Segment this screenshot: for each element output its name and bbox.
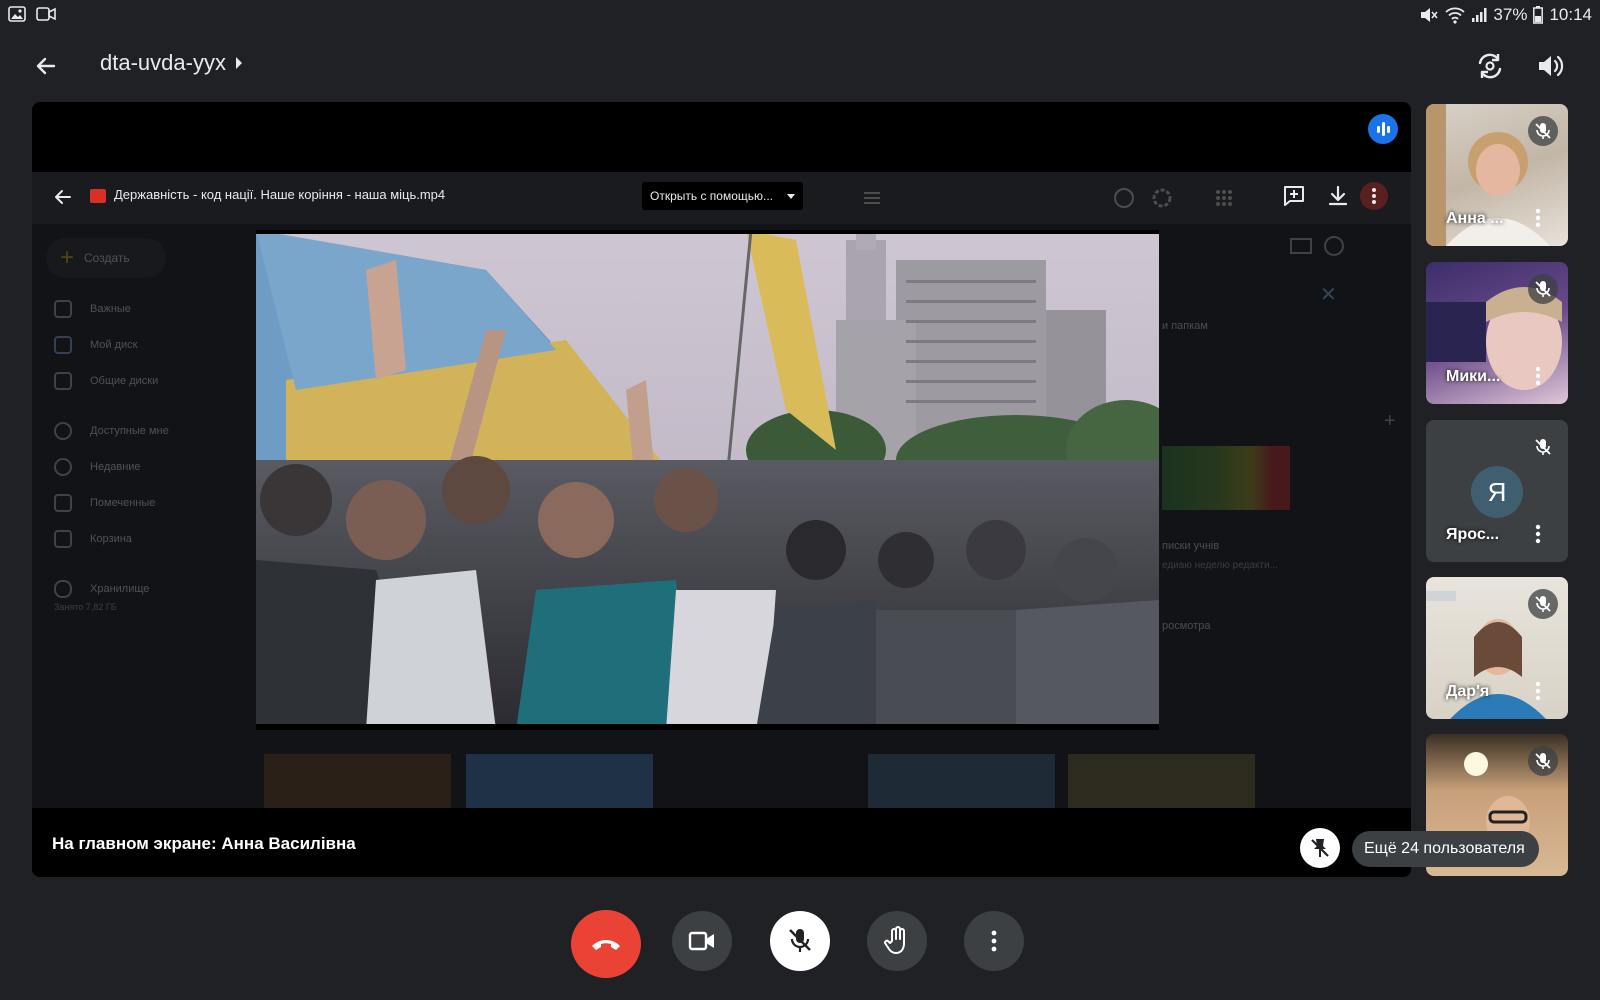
camera-toggle-button[interactable] — [672, 911, 732, 971]
drive-nav-item: Недавние — [54, 458, 141, 476]
avatar: Я — [1471, 466, 1523, 518]
more-vert-icon — [991, 930, 997, 952]
stage-footer: На главном экране: Анна Василівна — [32, 808, 1411, 877]
main-screen-label: На главном экране: Анна Василівна — [52, 834, 356, 853]
participant-tile[interactable]: Мики... — [1426, 262, 1568, 404]
caret-right-icon — [234, 56, 244, 70]
drive-sidebar: + Создать Важные Мой диск Общие диски До… — [32, 224, 262, 808]
end-call-button[interactable] — [571, 910, 641, 978]
drive-more-icon — [1360, 182, 1388, 210]
status-bar: 37% 10:14 — [0, 0, 1600, 32]
help-icon — [1112, 186, 1136, 210]
drive-back-icon — [52, 186, 74, 208]
call-end-icon — [592, 940, 620, 950]
drive-nav-item: Помеченные — [54, 494, 155, 512]
back-button[interactable] — [28, 48, 64, 84]
participant-tile[interactable]: Анна ... — [1426, 104, 1568, 246]
drive-create-button: + Создать — [46, 238, 166, 278]
apps-grid-icon — [1212, 186, 1236, 210]
drive-nav-item: Доступные мне — [54, 422, 169, 440]
participant-tile[interactable]: Я Ярос... — [1426, 420, 1568, 562]
battery-icon — [1533, 6, 1544, 24]
wifi-icon — [1445, 6, 1466, 24]
participant-name: Мики... — [1446, 368, 1501, 385]
open-with-dropdown: Открыть с помощью... — [642, 182, 804, 210]
storage-note: Занято 7,82 ГБ — [54, 602, 117, 612]
video-player — [256, 230, 1159, 730]
volume-icon — [1539, 55, 1564, 77]
unpin-icon — [1311, 839, 1329, 857]
participant-more-icon[interactable] — [1528, 206, 1548, 230]
battery-percent: 37% — [1493, 5, 1528, 24]
clock: 10:14 — [1549, 5, 1592, 24]
arrow-back-icon — [36, 57, 56, 75]
drive-nav-item: Хранилище — [54, 580, 149, 598]
video-frame-image — [256, 230, 1159, 730]
gallery-notification-icon — [8, 6, 26, 22]
file-name: Державність - код нації. Наше коріння - … — [114, 187, 446, 202]
main-stage[interactable]: Державність - код нації. Наше коріння - … — [32, 102, 1411, 877]
drive-toolbar: Державність - код нації. Наше коріння - … — [32, 172, 1411, 224]
signal-icon — [1471, 7, 1487, 23]
microphone-toggle-button[interactable] — [770, 911, 830, 971]
drive-nav-item: Важные — [54, 300, 131, 318]
drive-nav-item: Мой диск — [54, 336, 137, 354]
participant-name: Дар'я — [1446, 683, 1490, 700]
meeting-code-button[interactable]: dta-uvda-yyx — [100, 50, 244, 76]
speaking-indicator-icon — [1368, 114, 1398, 144]
meeting-code: dta-uvda-yyx — [100, 50, 226, 75]
more-participants-button[interactable]: Ещё 24 пользователя — [1352, 831, 1539, 867]
muted-mic-icon — [1528, 432, 1558, 462]
video-thumbnails — [264, 754, 1259, 808]
tune-icon — [860, 186, 884, 210]
muted-mic-icon — [1528, 274, 1558, 304]
raise-hand-icon — [884, 926, 905, 954]
mic-off-icon — [789, 929, 811, 952]
mute-icon — [1419, 5, 1439, 25]
unpin-button[interactable] — [1300, 828, 1340, 868]
settings-icon — [1150, 186, 1174, 210]
participant-name: Анна ... — [1446, 210, 1504, 227]
participant-more-icon[interactable] — [1528, 679, 1548, 703]
participant-tile[interactable]: Дар'я — [1426, 577, 1568, 719]
drive-right-panel: ✕ и папкам писки учнів едиаю неделю реда… — [1162, 224, 1411, 808]
participant-more-icon[interactable] — [1528, 364, 1548, 388]
drive-nav-item: Корзина — [54, 530, 132, 548]
raise-hand-button[interactable] — [867, 911, 927, 971]
videocam-icon — [688, 931, 714, 951]
audio-output-button[interactable] — [1530, 46, 1570, 86]
video-notification-icon — [36, 6, 56, 22]
muted-mic-icon — [1528, 116, 1558, 146]
caret-down-icon — [787, 194, 796, 199]
screen-share: Державність - код нації. Наше коріння - … — [32, 172, 1411, 808]
drive-nav-item: Общие диски — [54, 372, 158, 390]
more-options-button[interactable] — [964, 911, 1024, 971]
switch-camera-button[interactable] — [1470, 46, 1510, 86]
add-comment-icon — [1282, 184, 1306, 208]
download-icon — [1326, 184, 1350, 208]
participant-name: Ярос... — [1446, 526, 1500, 543]
muted-mic-icon — [1528, 746, 1558, 776]
switch-camera-icon — [1478, 53, 1502, 79]
video-file-icon — [90, 189, 106, 203]
participant-more-icon[interactable] — [1528, 522, 1548, 546]
muted-mic-icon — [1528, 589, 1558, 619]
